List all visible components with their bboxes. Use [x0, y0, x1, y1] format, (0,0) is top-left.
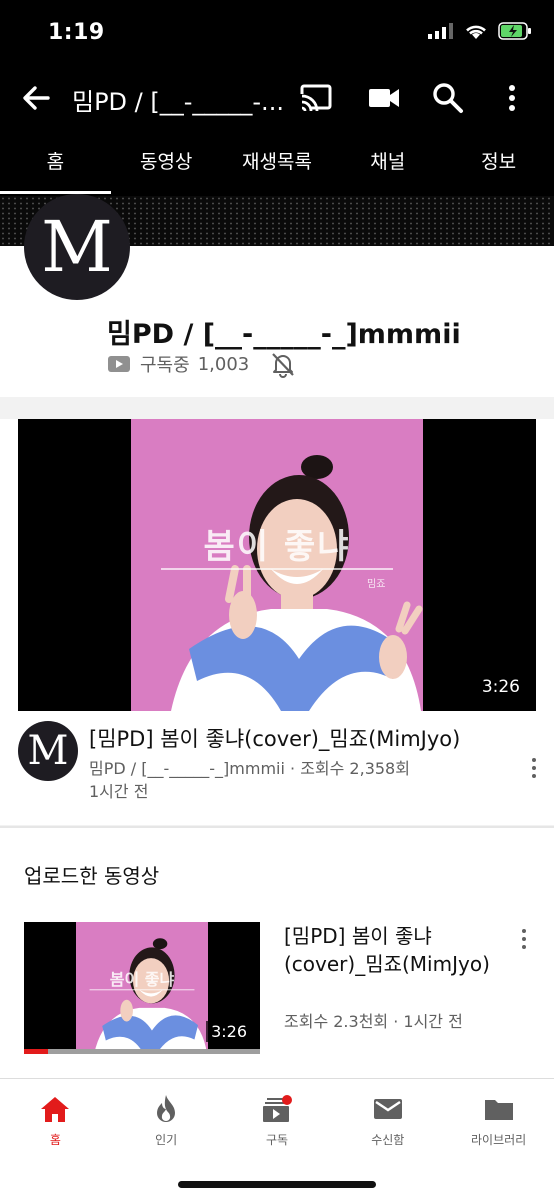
status-time: 1:19 [48, 20, 105, 45]
featured-video-thumbnail[interactable]: 봄이 좋냐 밈죠 3:26 [18, 419, 536, 711]
tab-playlists[interactable]: 재생목록 [222, 134, 333, 196]
tab-home[interactable]: 홈 [0, 134, 111, 196]
upload-thumbnail-text: 봄이 좋냐 [109, 970, 175, 989]
back-arrow-icon[interactable] [18, 80, 54, 116]
tab-videos[interactable]: 동영상 [111, 134, 222, 196]
status-icons [428, 22, 532, 40]
tab-channels[interactable]: 채널 [332, 134, 443, 196]
featured-video: 봄이 좋냐 밈죠 3:26 M [밈PD] 봄이 좋냐(cover)_밈죠(Mi… [0, 397, 554, 825]
upload-video-title[interactable]: [밈PD] 봄이 좋냐(cover)_밈죠(MimJyo) [284, 922, 504, 978]
nav-inbox[interactable]: 수신함 [332, 1079, 443, 1155]
nav-home[interactable]: 홈 [0, 1079, 111, 1155]
subscribed-label[interactable]: 구독중 [140, 351, 190, 377]
upload-video-meta: 조회수 2.3천회 · 1시간 전 [284, 1012, 463, 1031]
subscriber-count: 1,003 [197, 353, 250, 375]
upload-more-icon[interactable] [514, 922, 534, 956]
thumbnail-subtext: 밈죠 [367, 579, 386, 590]
channel-name: 밈PD / [__-_____-_]mmmii [107, 319, 461, 350]
library-folder-icon [484, 1100, 513, 1120]
upload-thumbnail[interactable]: 봄이 좋냐 3:26 [24, 922, 260, 1054]
featured-video-age: 1시간 전 [89, 782, 149, 801]
nav-subscriptions-label: 구독 [265, 1133, 289, 1147]
nav-library[interactable]: 라이브러리 [443, 1079, 554, 1155]
featured-video-title[interactable]: [밈PD] 봄이 좋냐(cover)_밈죠(MimJyo) [89, 723, 460, 753]
featured-channel-avatar[interactable]: M [18, 721, 78, 781]
nav-trending[interactable]: 인기 [111, 1079, 222, 1155]
app-bar: 밈PD / [__-_____-... [0, 62, 554, 134]
home-icon [41, 1097, 70, 1122]
uploads-section-title: 업로드한 동영상 [24, 864, 160, 888]
thumbnail-photo: 봄이 좋냐 밈죠 [131, 419, 423, 711]
app-bar-title: 밈PD / [__-_____-... [72, 88, 284, 116]
watch-progress-fill [24, 1049, 48, 1054]
notification-bell-off-icon[interactable] [269, 350, 297, 378]
youtube-channel-page: 1:19 밈PD / [__-_____-... 홈 동영상 재생목록 채널 정… [0, 0, 554, 1200]
cast-icon[interactable] [298, 80, 334, 116]
trending-flame-icon [157, 1095, 176, 1122]
more-vert-icon[interactable] [494, 80, 530, 116]
upload-thumbnail-photo: 봄이 좋냐 [76, 922, 208, 1054]
youtube-play-icon [108, 356, 130, 372]
subscriptions-icon [262, 1095, 292, 1122]
channel-avatar[interactable]: M [24, 194, 130, 300]
tab-about[interactable]: 정보 [443, 134, 554, 196]
nav-home-label: 홈 [49, 1133, 61, 1147]
featured-more-icon[interactable] [524, 751, 544, 785]
nav-subscriptions[interactable]: 구독 [222, 1079, 333, 1155]
search-icon[interactable] [430, 80, 466, 116]
featured-channel-views: 밈PD / [__-_____-_]mmmii · 조회수 2,358회 [89, 759, 410, 778]
video-camera-icon[interactable] [366, 80, 402, 116]
upload-duration: 3:26 [206, 1021, 252, 1042]
channel-tabs: 홈 동영상 재생목록 채널 정보 [0, 134, 554, 196]
home-indicator [178, 1181, 376, 1188]
inbox-mail-icon [373, 1099, 402, 1119]
nav-trending-label: 인기 [155, 1133, 178, 1147]
subscription-row: 구독중 1,003 [108, 350, 297, 378]
bottom-navigation: 홈 인기 구독 수신함 라이브러리 [0, 1078, 554, 1200]
watch-progress-bar [24, 1049, 260, 1054]
battery-charging-icon [498, 22, 531, 40]
thumbnail-title-text: 봄이 좋냐 [203, 527, 351, 567]
status-bar: 1:19 [0, 0, 554, 62]
cellular-signal-icon [428, 23, 453, 39]
featured-duration: 3:26 [475, 675, 526, 699]
wifi-icon [466, 25, 486, 39]
nav-library-label: 라이브러리 [470, 1133, 527, 1147]
uploads-section: 업로드한 동영상 봄이 좋냐 3:26 [밈PD] 봄이 좋냐(cover)_밈… [0, 826, 554, 1078]
channel-header: M 밈PD / [__-_____-_]mmmii 구독중 1,003 [0, 194, 554, 397]
nav-inbox-label: 수신함 [371, 1133, 405, 1147]
